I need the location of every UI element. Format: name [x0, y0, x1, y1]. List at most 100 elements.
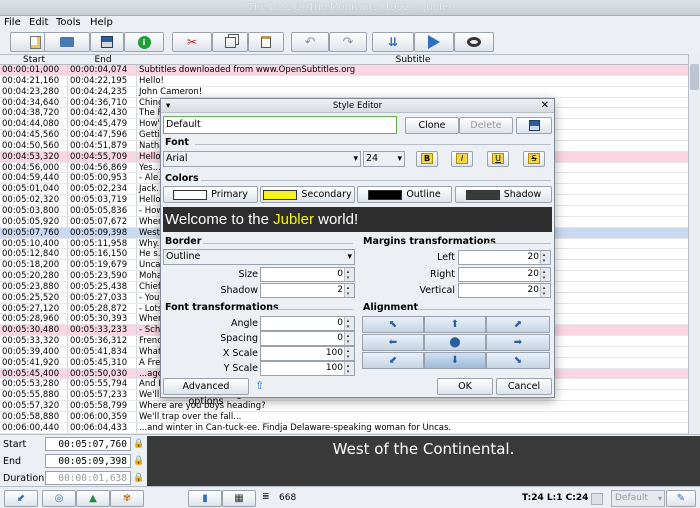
end-cell: 00:06:04,433: [68, 422, 137, 433]
margin-left-spinner[interactable]: 20: [458, 250, 551, 265]
style-selector-value: Default: [615, 493, 648, 503]
end-time-field[interactable]: 00:05:09,398: [45, 454, 131, 468]
border-type-value: Outline: [166, 251, 201, 262]
save-style-button[interactable]: [516, 117, 552, 134]
cancel-button[interactable]: Cancel: [496, 378, 552, 395]
duration-field[interactable]: 00:00:01,638: [45, 471, 131, 485]
cylinder-button[interactable]: ▮: [188, 490, 222, 507]
style-name-field[interactable]: Default: [163, 116, 397, 134]
column-end[interactable]: End: [68, 55, 138, 65]
frame-button[interactable]: ✾: [110, 490, 144, 507]
open-file-button[interactable]: [44, 32, 90, 52]
ok-button[interactable]: OK: [437, 378, 493, 395]
primary-color-button[interactable]: Primary: [163, 186, 258, 203]
align-middle-right-button[interactable]: ➡: [486, 334, 550, 351]
lock-icon[interactable]: 🔒: [132, 454, 146, 468]
menu-edit[interactable]: Edit: [29, 17, 48, 28]
border-size-spinner[interactable]: 0: [260, 267, 355, 282]
lock-icon[interactable]: 🔒: [132, 437, 146, 451]
arrow-right-icon: ➡: [513, 337, 523, 348]
yscale-spinner[interactable]: 100: [260, 361, 355, 376]
align-top-center-button[interactable]: ⬆: [424, 316, 486, 333]
start-cell: 00:05:41,920: [0, 357, 68, 368]
end-cell: 00:05:02,234: [68, 184, 137, 195]
scrollbar-thumb[interactable]: [690, 64, 699, 90]
vertical-scrollbar[interactable]: [688, 54, 700, 434]
grid-icon: ▦: [234, 493, 244, 504]
arrow-up-left-icon: ⬉: [388, 319, 398, 330]
underline-toggle[interactable]: U: [487, 151, 509, 167]
end-cell: 00:04:36,710: [68, 97, 137, 108]
shift-down-button[interactable]: ⇊: [372, 32, 414, 52]
expand-arrow-icon[interactable]: ⇧: [255, 379, 264, 392]
dialog-title: Style Editor: [332, 101, 383, 111]
start-cell: 00:04:44,080: [0, 119, 68, 130]
font-size-dropdown[interactable]: 24 ▾: [363, 151, 405, 167]
table-row[interactable]: 00:05:58,880 00:06:00,359 We'll trap over …: [0, 412, 688, 423]
align-bottom-right-button[interactable]: ⬊: [486, 352, 550, 369]
spacing-spinner[interactable]: 0: [260, 331, 355, 346]
menu-help[interactable]: Help: [90, 17, 113, 28]
font-name-dropdown[interactable]: Arial ▾: [163, 151, 361, 167]
align-bottom-left-button[interactable]: ⬋: [362, 352, 424, 369]
dialog-menu-icon[interactable]: ▾: [166, 99, 170, 113]
start-cell: 00:05:03,800: [0, 205, 68, 216]
column-start[interactable]: Start: [0, 55, 68, 65]
copy-button[interactable]: [212, 32, 248, 52]
column-subtitle[interactable]: Subtitle: [138, 55, 688, 65]
edit-mode-button[interactable]: ⬋: [4, 490, 38, 507]
outline-color-button[interactable]: Outline: [357, 186, 452, 203]
align-top-right-button[interactable]: ⬈: [486, 316, 550, 333]
save-file-button[interactable]: [90, 32, 124, 52]
table-row[interactable]: 00:05:57,32000:05:58,799Where are you bo…: [0, 401, 688, 412]
redo-button[interactable]: ↷: [329, 32, 367, 52]
undo-button[interactable]: ↶: [291, 32, 329, 52]
info-button[interactable]: i: [124, 32, 164, 52]
menu-tools[interactable]: Tools: [56, 17, 81, 28]
menu-file[interactable]: File: [4, 17, 21, 28]
align-bottom-center-button[interactable]: ⬇: [424, 352, 486, 369]
cut-button[interactable]: ✂: [172, 32, 212, 52]
margin-vertical-spinner[interactable]: 20: [458, 283, 551, 298]
italic-toggle[interactable]: I: [451, 151, 473, 167]
align-middle-left-button[interactable]: ⬅: [362, 334, 424, 351]
primary-label: Primary: [211, 189, 248, 200]
close-icon[interactable]: ✕: [541, 99, 549, 113]
secondary-color-button[interactable]: Secondary: [260, 186, 355, 203]
xscale-spinner[interactable]: 100: [260, 346, 355, 361]
bold-toggle[interactable]: B: [416, 151, 438, 167]
align-center-button[interactable]: ⬤: [424, 334, 486, 351]
table-row[interactable]: 00:00:01,000 00:00:04,074 Subtitles downlo…: [0, 65, 688, 76]
waveform-button[interactable]: ▲: [76, 490, 110, 507]
border-type-dropdown[interactable]: Outline ▾: [163, 249, 355, 265]
table-row[interactable]: 00:04:21,160 00:04:22,195 Hello!: [0, 75, 688, 87]
angle-spinner[interactable]: 0: [260, 316, 355, 331]
end-cell: 00:04:45,479: [68, 119, 137, 130]
play-button[interactable]: [414, 32, 454, 52]
start-cell: 00:04:38,720: [0, 108, 68, 119]
preview-toggle-button[interactable]: ◎: [42, 490, 76, 507]
start-cell: 00:04:34,640: [0, 97, 68, 108]
table-row[interactable]: 00:04:23,280 00:04:24,235 John Cameron!: [0, 86, 688, 98]
border-shadow-spinner[interactable]: 2: [260, 283, 355, 298]
end-cell: 00:05:09,398: [68, 227, 137, 238]
start-time-field[interactable]: 00:05:07,760: [45, 437, 131, 451]
end-cell: 00:05:11,958: [68, 238, 137, 249]
delete-button[interactable]: Delete: [459, 117, 513, 134]
shadow-color-button[interactable]: Shadow: [455, 186, 552, 203]
strikethrough-toggle[interactable]: S: [523, 151, 545, 167]
loop-button[interactable]: [454, 32, 494, 52]
start-cell: 00:05:02,320: [0, 195, 68, 205]
align-top-left-button[interactable]: ⬉: [362, 316, 424, 333]
table-row[interactable]: 00:06:00,440 00:06:04,433 ...and winter in…: [0, 422, 688, 434]
advanced-options-button[interactable]: Advanced options: [163, 378, 249, 407]
lock-icon[interactable]: 🔒: [132, 471, 146, 485]
paste-button[interactable]: [248, 32, 284, 52]
color-box[interactable]: [591, 493, 603, 505]
end-cell: 00:04:56,869: [68, 162, 137, 173]
margin-right-spinner[interactable]: 20: [458, 267, 551, 282]
edit-style-button[interactable]: ✎: [666, 490, 696, 507]
grid-button[interactable]: ▦: [222, 490, 256, 507]
clone-button[interactable]: Clone: [405, 117, 459, 134]
style-selector[interactable]: Default ▾: [611, 490, 665, 507]
